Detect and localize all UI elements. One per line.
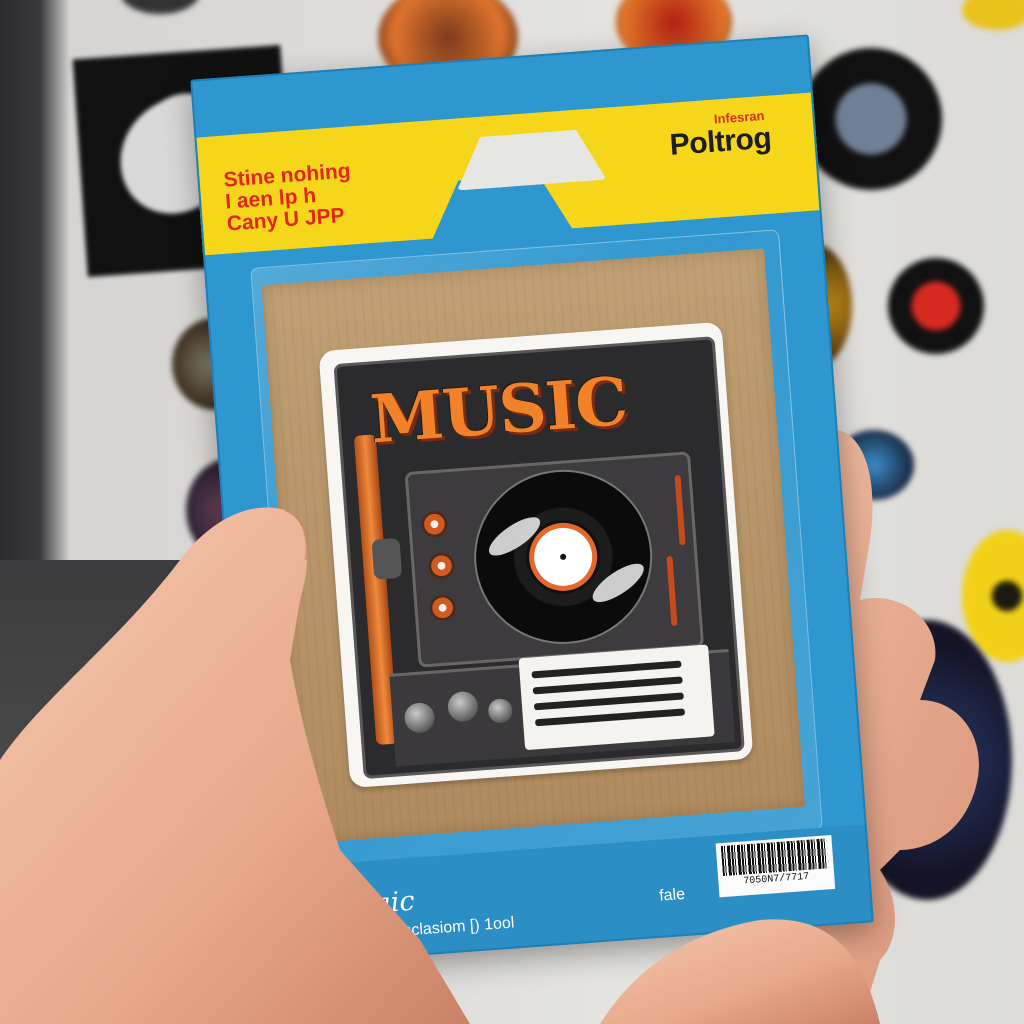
photo-scene: Stine nohing I aen lp h Cany U JPP Infes… <box>0 0 1024 1024</box>
hand-front <box>0 507 880 1024</box>
